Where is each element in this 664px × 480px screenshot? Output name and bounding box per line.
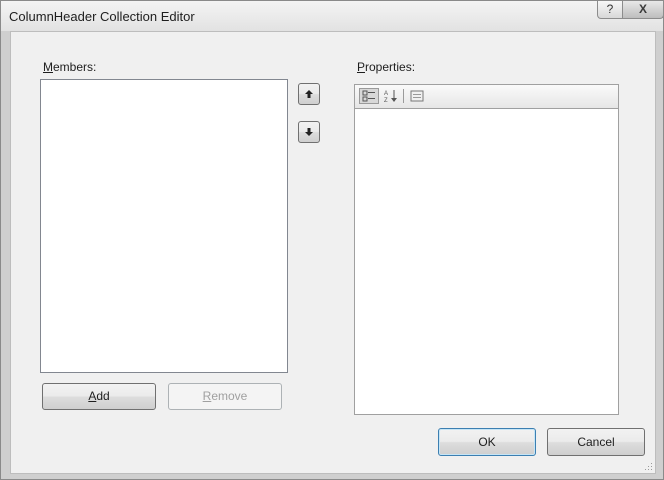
members-listbox[interactable] xyxy=(40,79,288,373)
close-button[interactable]: X xyxy=(622,1,664,19)
categorized-glyph xyxy=(362,90,375,102)
svg-text:Z: Z xyxy=(384,98,388,103)
help-icon: ? xyxy=(606,2,614,16)
svg-text:A: A xyxy=(384,91,388,97)
members-label-accel: M xyxy=(43,60,53,74)
toolbar-separator xyxy=(403,89,404,103)
properties-label: Properties: xyxy=(357,60,415,74)
alphabetical-icon[interactable]: A Z xyxy=(382,88,400,104)
remove-button[interactable]: Remove xyxy=(168,383,282,410)
arrow-up-icon xyxy=(305,90,313,98)
ok-button[interactable]: OK xyxy=(438,428,536,456)
property-pages-glyph xyxy=(410,90,424,102)
add-button-label: dd xyxy=(96,389,110,403)
help-button[interactable]: ? xyxy=(597,1,623,19)
collection-editor-dialog: ColumnHeader Collection Editor ? X Membe… xyxy=(0,0,664,480)
properties-label-text: roperties: xyxy=(365,60,416,74)
title-bar[interactable]: ColumnHeader Collection Editor ? X xyxy=(1,1,664,31)
property-pages-icon[interactable] xyxy=(408,88,426,104)
resize-grip-glyph xyxy=(645,463,652,470)
move-down-button[interactable] xyxy=(298,121,320,143)
window-title: ColumnHeader Collection Editor xyxy=(9,9,195,24)
add-button[interactable]: Add xyxy=(42,383,156,410)
property-grid[interactable] xyxy=(354,108,619,415)
close-icon: X xyxy=(638,2,647,16)
cancel-button[interactable]: Cancel xyxy=(547,428,645,456)
categorized-icon[interactable] xyxy=(359,88,379,104)
move-up-button[interactable] xyxy=(298,83,320,105)
arrow-down-icon xyxy=(305,128,313,136)
properties-label-accel: P xyxy=(357,60,366,74)
members-label: Members: xyxy=(43,60,96,74)
alphabetical-glyph: A Z xyxy=(384,90,397,104)
members-label-text: embers: xyxy=(53,60,97,74)
resize-grip-icon[interactable] xyxy=(643,461,653,471)
remove-button-accel: R xyxy=(202,389,212,403)
dialog-client-area: Members: Properties: A Z Add Remove OK C… xyxy=(10,31,656,474)
property-grid-toolbar: A Z xyxy=(354,84,619,108)
remove-button-label: emove xyxy=(211,389,248,403)
